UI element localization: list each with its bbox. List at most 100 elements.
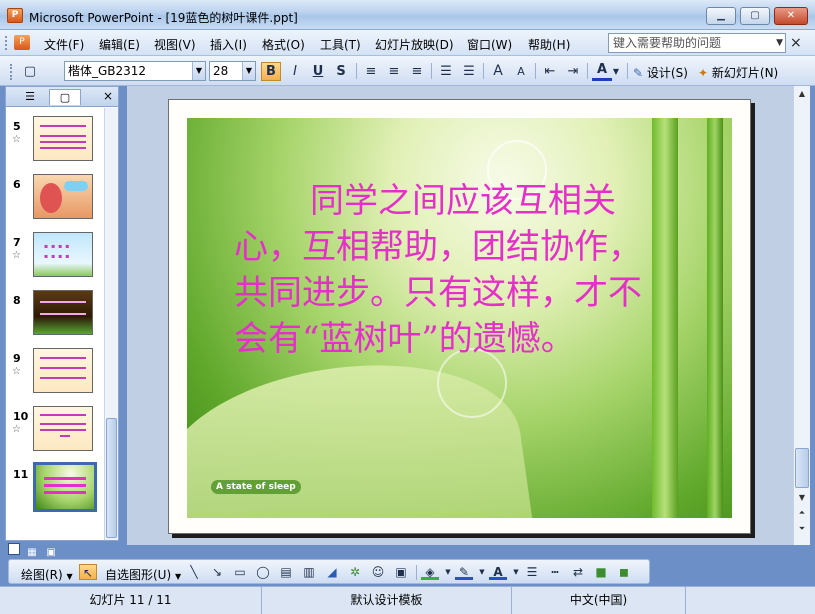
draw-menu-button[interactable]: 绘图(R) ▼ (21, 566, 73, 583)
slide-editing-area: A state of sleep 同学之间应该互相关心，互相帮助，团结协作，共同… (127, 86, 793, 545)
close-button[interactable]: ✕ (774, 7, 808, 25)
menu-view[interactable]: 视图(V) (154, 36, 196, 53)
tab-slides[interactable]: ▢ (49, 89, 81, 105)
previous-slide-icon[interactable]: ⏶ (795, 506, 809, 520)
slide-scrollbar[interactable]: ▲ ▼ ⏶ ⏷ (793, 86, 810, 545)
chevron-down-icon[interactable]: ▼ (776, 34, 783, 52)
chevron-down-icon[interactable]: ▼ (511, 564, 521, 580)
slide-thumbnail-7[interactable]: ▪▪▪▪ ▪▪▪▪ (33, 232, 93, 277)
slide-number: 6 (13, 178, 21, 191)
chevron-down-icon[interactable]: ▼ (242, 62, 255, 80)
menu-edit[interactable]: 编辑(E) (99, 36, 140, 53)
document-icon[interactable]: P (14, 35, 30, 50)
slide-thumbnail-6[interactable] (33, 174, 93, 219)
chevron-down-icon[interactable]: ▼ (443, 564, 453, 580)
close-pane-button[interactable]: × (103, 89, 113, 103)
scroll-thumb[interactable] (795, 448, 809, 488)
scroll-up-icon[interactable]: ▲ (795, 87, 809, 101)
menu-help[interactable]: 帮助(H) (528, 36, 570, 53)
slides-pane-scrollbar[interactable] (104, 108, 118, 540)
bulleted-list-icon[interactable]: ☰ (459, 62, 479, 81)
font-color-button[interactable]: A (592, 62, 612, 81)
minimize-button[interactable]: ▁ (706, 7, 736, 25)
autoshapes-button[interactable]: 自选图形(U) ▼ (105, 566, 181, 583)
slide-number: 9 (13, 352, 21, 365)
toolbar-separator (535, 63, 536, 79)
slide-thumbnail-11[interactable] (33, 462, 97, 512)
slide-thumbnail-5[interactable] (33, 116, 93, 161)
status-bar: 幻灯片 11 / 11 默认设计模板 中文(中国) (0, 586, 815, 614)
tab-outline[interactable]: ☰ (14, 89, 46, 105)
slide-thumbnail-10[interactable] (33, 406, 93, 451)
animation-star-icon: ☆ (12, 250, 21, 261)
align-right-icon[interactable]: ≡ (407, 62, 427, 81)
arrow-icon[interactable]: ↘ (208, 564, 226, 580)
autoshapes-label: 自选图形(U) (105, 568, 172, 582)
language-indicator: 中文(中国) (512, 587, 686, 614)
slide-body-text[interactable]: 同学之间应该互相关心，互相帮助，团结协作，共同进步。只有这样，才不会有“蓝树叶”… (234, 178, 664, 362)
diagram-icon[interactable]: ✲ (346, 564, 364, 580)
menu-grip[interactable] (5, 36, 8, 50)
drawing-font-color-icon[interactable]: A (489, 564, 507, 580)
vertical-textbox-icon[interactable]: ▥ (300, 564, 318, 580)
decrease-font-button[interactable]: A (511, 62, 531, 81)
menu-insert[interactable]: 插入(I) (210, 36, 247, 53)
document-close-button[interactable]: × (790, 35, 802, 51)
font-size-value: 28 (213, 64, 229, 78)
underline-button[interactable]: U (308, 62, 328, 81)
wordart-icon[interactable]: ◢ (323, 564, 341, 580)
font-size-select[interactable]: 28 ▼ (209, 61, 256, 81)
normal-view-icon[interactable] (8, 543, 20, 555)
font-name-select[interactable]: 楷体_GB2312 ▼ (64, 61, 206, 81)
menu-format[interactable]: 格式(O) (262, 36, 305, 53)
arrow-style-icon[interactable]: ⇄ (569, 564, 587, 580)
next-slide-icon[interactable]: ⏷ (795, 522, 809, 536)
powerpoint-icon: P (7, 8, 23, 23)
design-template-name[interactable]: 默认设计模板 (262, 587, 512, 614)
menu-window[interactable]: 窗口(W) (467, 36, 512, 53)
3d-style-icon[interactable]: ◼ (615, 564, 633, 580)
current-slide[interactable]: A state of sleep 同学之间应该互相关心，互相帮助，团结协作，共同… (168, 99, 751, 534)
line-color-icon[interactable]: ✎ (455, 564, 473, 580)
numbered-list-icon[interactable]: ☰ (436, 62, 456, 81)
design-button[interactable]: ✎ 设计(S) (633, 64, 688, 81)
clipart-icon[interactable]: ☺ (369, 564, 387, 580)
slide-thumbnail-9[interactable] (33, 348, 93, 393)
new-slide-button[interactable]: ✦ 新幻灯片(N) (698, 64, 778, 81)
toolbar-grip[interactable] (10, 64, 13, 80)
scroll-down-icon[interactable]: ▼ (795, 491, 809, 505)
scroll-thumb[interactable] (106, 418, 117, 538)
design-label: 设计(S) (646, 66, 688, 80)
new-document-icon[interactable]: ▢ (20, 62, 40, 81)
textbox-icon[interactable]: ▤ (277, 564, 295, 580)
dash-style-icon[interactable]: ┅ (546, 564, 564, 580)
fill-color-icon[interactable]: ◈ (421, 564, 439, 580)
align-center-icon[interactable]: ≡ (384, 62, 404, 81)
shadow-style-icon[interactable]: ■ (592, 564, 610, 580)
animation-star-icon: ☆ (12, 134, 21, 145)
oval-icon[interactable]: ◯ (254, 564, 272, 580)
help-search-input[interactable]: 键入需要帮助的问题 ▼ (608, 33, 786, 53)
toolbar-separator (483, 63, 484, 79)
maximize-button[interactable]: ▢ (740, 7, 770, 25)
menu-tools[interactable]: 工具(T) (320, 36, 361, 53)
chevron-down-icon[interactable]: ▼ (477, 564, 487, 580)
decrease-indent-icon[interactable]: ⇤ (540, 62, 560, 81)
increase-indent-icon[interactable]: ⇥ (563, 62, 583, 81)
line-icon[interactable]: ╲ (185, 564, 203, 580)
shadow-button[interactable]: S (331, 62, 351, 81)
italic-button[interactable]: I (285, 62, 305, 81)
menu-slideshow[interactable]: 幻灯片放映(D) (375, 36, 454, 53)
chevron-down-icon[interactable]: ▼ (192, 62, 205, 80)
align-left-icon[interactable]: ≡ (361, 62, 381, 81)
select-pointer-icon[interactable]: ↖ (79, 564, 97, 580)
menu-file[interactable]: 文件(F) (44, 36, 84, 53)
rectangle-icon[interactable]: ▭ (231, 564, 249, 580)
chevron-down-icon[interactable]: ▼ (610, 62, 622, 81)
line-style-icon[interactable]: ☰ (523, 564, 541, 580)
slide-logo: A state of sleep (211, 480, 301, 494)
picture-icon[interactable]: ▣ (392, 564, 410, 580)
bold-button[interactable]: B (261, 62, 281, 81)
increase-font-button[interactable]: A (488, 62, 508, 81)
slide-thumbnail-8[interactable] (33, 290, 93, 335)
